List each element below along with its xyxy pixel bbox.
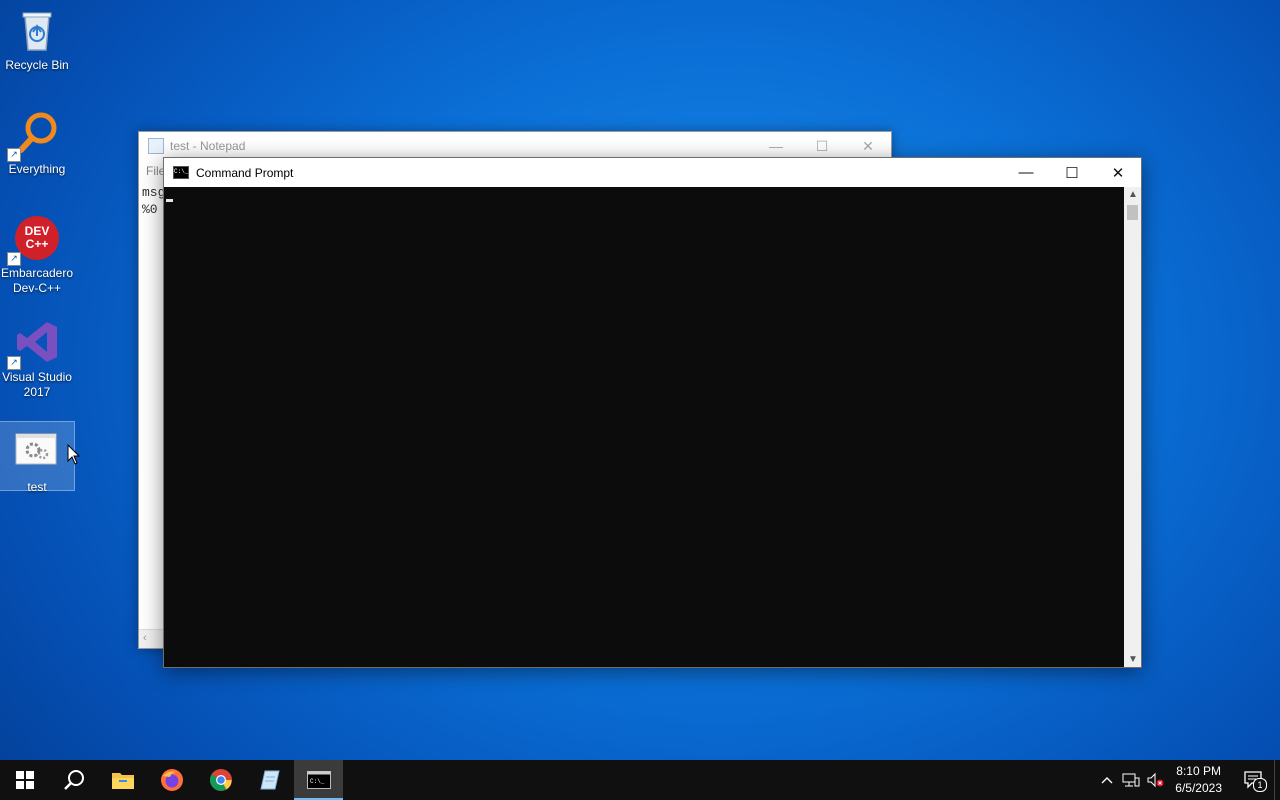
chevron-up-icon (1101, 777, 1113, 784)
search-button[interactable] (49, 760, 98, 800)
command-prompt-window[interactable]: C:\_ Command Prompt — ☐ ✕ ▲ ▼ (163, 157, 1142, 668)
notepad-minimize-button[interactable]: — (753, 132, 799, 160)
desktop-icon-visual-studio[interactable]: ↗ Visual Studio 2017 (0, 312, 74, 400)
everything-magnifier-icon: ↗ (7, 110, 61, 162)
scroll-up-arrow-icon[interactable]: ▲ (1128, 189, 1138, 200)
dev-cpp-icon: DEV C++ ↗ (7, 214, 61, 266)
desktop-icon-recycle-bin[interactable]: Recycle Bin (0, 0, 74, 73)
cmd-close-button[interactable]: ✕ (1095, 158, 1141, 187)
cmd-vertical-scrollbar[interactable]: ▲ ▼ (1124, 187, 1141, 667)
desktop-icon-label: test (27, 480, 47, 494)
start-button[interactable] (0, 760, 49, 800)
notepad-line-2: %0 (142, 202, 158, 217)
shortcut-arrow-icon: ↗ (7, 356, 21, 370)
taskbar: C:\_ 8:10 PM 6/5/2023 1 (0, 760, 1280, 800)
cmd-titlebar[interactable]: C:\_ Command Prompt — ☐ ✕ (164, 158, 1141, 187)
chrome-icon (209, 769, 232, 791)
notification-count-badge: 1 (1253, 778, 1267, 792)
taskbar-notepad[interactable] (245, 760, 294, 800)
notepad-text-area[interactable]: msg %0 (142, 184, 165, 218)
shortcut-arrow-icon: ↗ (7, 252, 21, 266)
action-center-button[interactable]: 1 (1234, 760, 1274, 800)
scroll-left-arrow-icon[interactable]: ‹ (143, 632, 147, 644)
desktop-icon-label: Visual Studio 2017 (2, 370, 72, 399)
notepad-title: test - Notepad (170, 139, 246, 153)
cmd-title: Command Prompt (196, 165, 294, 180)
batch-file-gear-icon (13, 428, 61, 476)
taskbar-firefox[interactable] (147, 760, 196, 800)
shortcut-arrow-icon: ↗ (7, 148, 21, 162)
volume-button[interactable] (1143, 760, 1167, 800)
mouse-pointer-icon (67, 444, 81, 465)
recycle-bin-icon (13, 6, 61, 54)
cmd-console-area[interactable] (164, 187, 1124, 667)
search-icon (63, 770, 84, 790)
folder-icon (111, 773, 134, 789)
taskbar-clock[interactable]: 8:10 PM 6/5/2023 (1175, 763, 1222, 797)
volume-muted-icon (1147, 772, 1164, 788)
notepad-maximize-button[interactable]: ☐ (799, 132, 845, 160)
desktop[interactable]: Recycle Bin ↗ Everything DEV C++ ↗ Embar… (0, 0, 1280, 760)
scroll-down-arrow-icon[interactable]: ▼ (1128, 654, 1138, 665)
taskbar-file-explorer[interactable] (98, 760, 147, 800)
firefox-icon (160, 769, 183, 791)
cmd-minimize-button[interactable]: — (1003, 158, 1049, 187)
clock-date: 6/5/2023 (1175, 781, 1222, 795)
dev-cpp-icon-text: DEV C++ (24, 224, 50, 251)
desktop-icon-dev-cpp[interactable]: DEV C++ ↗ Embarcadero Dev-C++ (0, 208, 74, 296)
cmd-cursor (166, 199, 173, 202)
notepad-titlebar[interactable]: test - Notepad — ☐ ✕ (139, 132, 891, 160)
cmd-maximize-button[interactable]: ☐ (1049, 158, 1095, 187)
network-status-button[interactable] (1119, 760, 1143, 800)
taskbar-chrome[interactable] (196, 760, 245, 800)
notepad-close-button[interactable]: ✕ (845, 132, 891, 160)
show-desktop-button[interactable] (1274, 760, 1280, 800)
notepad-icon (259, 770, 280, 790)
system-tray: 8:10 PM 6/5/2023 1 (1095, 760, 1280, 800)
svg-text:C:\_: C:\_ (310, 778, 325, 785)
show-hidden-icons-button[interactable] (1095, 760, 1119, 800)
desktop-icon-label: Recycle Bin (5, 58, 69, 72)
windows-logo-icon (15, 771, 34, 789)
network-icon (1122, 773, 1140, 787)
cmd-icon: C:\_ (173, 166, 189, 179)
desktop-icon-label: Everything (8, 162, 66, 176)
desktop-icon-test[interactable]: test (0, 421, 75, 494)
cmd-scroll-thumb[interactable] (1127, 205, 1138, 220)
clock-time: 8:10 PM (1176, 764, 1221, 778)
desktop-icon-label: Embarcadero Dev-C++ (0, 266, 74, 295)
notepad-line-1: msg (142, 185, 166, 200)
notepad-icon (148, 138, 164, 154)
desktop-icon-everything[interactable]: ↗ Everything (0, 104, 74, 177)
taskbar-command-prompt[interactable]: C:\_ (294, 760, 343, 800)
visual-studio-icon: ↗ (7, 318, 61, 370)
command-prompt-icon: C:\_ (306, 771, 331, 789)
